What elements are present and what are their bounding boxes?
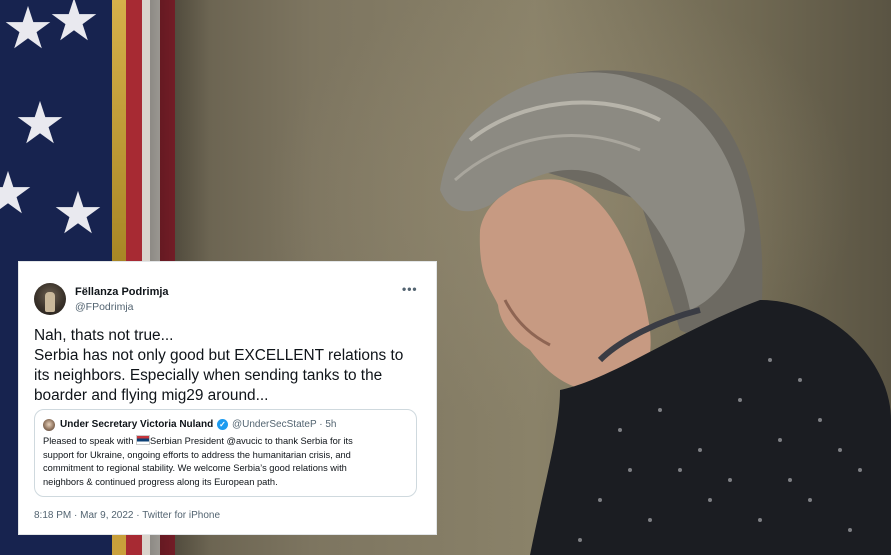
timestamp[interactable]: 8:18 PM · Mar 9, 2022	[34, 510, 134, 521]
quoted-text-line: neighbors & continued progress along its…	[43, 476, 278, 487]
quoted-tweet[interactable]: Under Secretary Victoria Nuland ✓ @Under…	[34, 409, 417, 497]
tweet-text-line: its neighbors. Especially when sending t…	[34, 367, 383, 384]
serbia-flag-icon	[136, 435, 151, 445]
quoted-display-name[interactable]: Under Secretary Victoria Nuland	[60, 419, 213, 430]
quoted-tweet-text: Pleased to speak with Serbian President …	[43, 435, 413, 489]
tweet-text-line: boarder and flying mig29 around...	[34, 387, 269, 404]
tweet-text-line: Nah, thats not true...	[34, 327, 174, 344]
quoted-text-line: commitment to regional stability. We wel…	[43, 463, 347, 473]
quoted-handle-time[interactable]: @UnderSecStateP · 5h	[232, 419, 336, 430]
verified-badge-icon: ✓	[217, 419, 228, 430]
tweet-source[interactable]: Twitter for iPhone	[142, 510, 220, 521]
tweet-text: Nah, thats not true... Serbia has not on…	[34, 326, 429, 406]
avatar[interactable]	[34, 283, 66, 315]
display-name[interactable]: Fëllanza Podrimja	[75, 286, 169, 298]
quoted-text-line: support for Ukraine, ongoing efforts to …	[43, 449, 351, 460]
tweet-text-line: Serbia has not only good but EXCELLENT r…	[34, 347, 404, 364]
user-handle[interactable]: @FPodrimja	[75, 301, 134, 313]
quoted-avatar[interactable]	[43, 419, 55, 431]
tweet-meta: 8:18 PM · Mar 9, 2022 · Twitter for iPho…	[34, 510, 221, 521]
quoted-text-line: Pleased to speak with Serbian President …	[43, 435, 353, 446]
more-options-icon[interactable]: •••	[402, 282, 418, 296]
tweet-card[interactable]: Fëllanza Podrimja @FPodrimja ••• Nah, th…	[18, 261, 437, 535]
